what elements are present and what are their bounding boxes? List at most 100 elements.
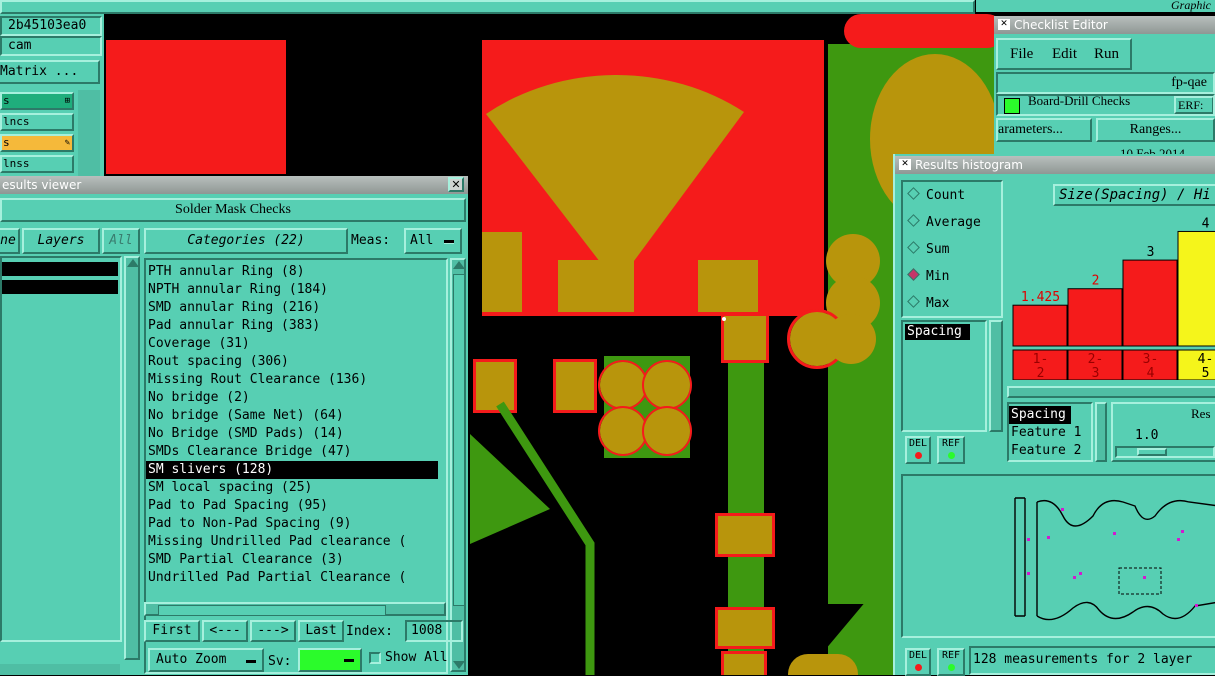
del-button[interactable]: DEL (905, 648, 931, 676)
category-item[interactable]: Undrilled Pad Partial Clearance ( (146, 569, 446, 587)
window-menu-icon[interactable]: ✕ (998, 19, 1010, 30)
ranges-button[interactable]: Ranges... (1096, 118, 1215, 142)
radio-icon[interactable] (907, 295, 920, 308)
list-row-selected[interactable] (2, 280, 118, 294)
category-item[interactable]: Missing Undrilled Pad clearance ( (146, 533, 446, 551)
category-item[interactable]: PTH annular Ring (8) (146, 263, 446, 281)
category-item[interactable]: Rout spacing (306) (146, 353, 446, 371)
tab-ne[interactable]: ne (0, 228, 20, 254)
categories-button[interactable]: Categories (22) (144, 228, 348, 254)
category-item[interactable]: SM local spacing (25) (146, 479, 446, 497)
tab-all[interactable]: All (102, 228, 140, 254)
sv-color-select[interactable] (298, 648, 362, 672)
histogram-bar[interactable] (1012, 304, 1068, 347)
diagonal-trace (470, 401, 595, 675)
menu-run[interactable]: Run (1094, 46, 1119, 63)
category-item[interactable]: SMDs Clearance Bridge (47) (146, 443, 446, 461)
menu-edit[interactable]: Edit (1052, 46, 1077, 63)
radio-icon[interactable] (907, 241, 920, 254)
window-menu-icon[interactable]: ✕ (899, 159, 911, 170)
matrix-button[interactable]: Matrix ... (0, 60, 100, 84)
measure-list[interactable]: Spacing (901, 320, 987, 432)
field-item[interactable]: Spacing (1009, 406, 1071, 424)
checklist-editor-titlebar[interactable]: ✕ Checklist Editor (994, 16, 1215, 34)
histogram-titlebar[interactable]: ✕ Results histogram (895, 156, 1215, 174)
left-hscrollbar[interactable] (0, 664, 120, 675)
category-item[interactable]: Pad to Non-Pad Spacing (9) (146, 515, 446, 533)
layer-scrollbar[interactable] (78, 90, 100, 176)
ref-button[interactable]: REF (937, 648, 965, 676)
radio-option[interactable]: Average (907, 213, 981, 233)
results-viewer-titlebar[interactable]: esults viewer ✕ (0, 176, 468, 194)
category-item[interactable]: Coverage (31) (146, 335, 446, 353)
category-item[interactable]: Missing Rout Clearance (136) (146, 371, 446, 389)
scroll-thumb[interactable] (453, 274, 465, 606)
field-item[interactable]: Feature 1 (1009, 424, 1091, 442)
field-list-scrollbar[interactable] (1095, 402, 1107, 462)
resolution-slider[interactable] (1115, 446, 1215, 458)
radio-option[interactable]: Sum (907, 240, 949, 260)
last-button[interactable]: Last (298, 620, 344, 642)
category-item[interactable]: No bridge (Same Net) (64) (146, 407, 446, 425)
measure-list-item[interactable]: Spacing (905, 324, 970, 340)
category-item[interactable]: No Bridge (SMD Pads) (14) (146, 425, 446, 443)
check-item-row[interactable]: Board-Drill Checks ERF: (996, 94, 1215, 116)
radio-option[interactable]: Min (907, 267, 949, 287)
layer-item[interactable]: lncs (0, 113, 74, 131)
show-all-checkbox[interactable] (369, 652, 381, 664)
category-item[interactable]: SMD Partial Clearance (3) (146, 551, 446, 569)
field-list[interactable]: Spacing Feature 1 Feature 2 (1007, 402, 1093, 462)
radio-selected-icon[interactable] (907, 268, 920, 281)
scroll-down-icon[interactable] (453, 661, 465, 669)
radio-icon[interactable] (907, 214, 920, 227)
field-item[interactable]: Feature 2 (1009, 442, 1091, 460)
histogram-bar[interactable] (1177, 230, 1215, 347)
measure-list-scrollbar[interactable] (989, 320, 1003, 432)
category-item[interactable]: Pad to Pad Spacing (95) (146, 497, 446, 515)
left-list-scrollbar[interactable] (124, 256, 140, 660)
auto-zoom-select[interactable]: Auto Zoom (148, 648, 264, 672)
index-input[interactable]: 1008 (405, 620, 463, 642)
radio-option[interactable]: Max (907, 294, 949, 314)
slider-thumb[interactable] (1137, 448, 1167, 456)
category-item[interactable]: SM slivers (128) (146, 461, 438, 479)
ref-button[interactable]: REF (937, 436, 965, 464)
prev-button[interactable]: <--- (202, 620, 248, 642)
category-item[interactable]: Pad annular Ring (383) (146, 317, 446, 335)
radio-option[interactable]: Count (907, 186, 965, 206)
layer-item[interactable]: lnss (0, 155, 74, 173)
category-item[interactable]: SMD annular Ring (216) (146, 299, 446, 317)
tab-layers[interactable]: Layers (22, 228, 100, 254)
category-item[interactable]: NPTH annular Ring (184) (146, 281, 446, 299)
del-button[interactable]: DEL (905, 436, 931, 464)
histogram-bar[interactable] (1122, 259, 1178, 347)
list-row-selected[interactable] (2, 262, 118, 276)
category-item[interactable]: No bridge (2) (146, 389, 446, 407)
category-label: 4 (1147, 366, 1155, 380)
categories-hscrollbar[interactable] (144, 602, 446, 616)
scroll-up-icon[interactable] (127, 259, 139, 267)
radio-label: Count (926, 188, 966, 203)
scroll-up-icon[interactable] (453, 261, 465, 269)
meas-select[interactable]: All (404, 228, 462, 254)
categories-items: PTH annular Ring (8) NPTH annular Ring (1… (146, 263, 446, 587)
graphic-label: Graphic (1171, 0, 1211, 12)
layer-results-list[interactable] (0, 256, 122, 642)
next-button[interactable]: ---> (250, 620, 296, 642)
erf-select[interactable]: ERF: (1174, 96, 1213, 114)
categories-scrollbar[interactable] (450, 258, 466, 672)
parameters-button[interactable]: arameters... (996, 118, 1092, 142)
sv-label: Sv: (268, 654, 292, 669)
menu-file[interactable]: File (1010, 46, 1033, 63)
scroll-thumb[interactable] (158, 605, 386, 616)
layer-item[interactable]: s ⊞ (0, 92, 74, 110)
close-icon[interactable]: ✕ (448, 177, 464, 192)
checklist-name: fp-qae (996, 72, 1215, 94)
first-button[interactable]: First (144, 620, 200, 642)
layer-item[interactable]: s ✎ (0, 134, 74, 152)
radio-icon[interactable] (907, 187, 920, 200)
category-label: 2 (1037, 366, 1045, 380)
chart-hscrollbar[interactable] (1007, 386, 1215, 398)
slider-value: 1.0 (1135, 428, 1159, 443)
histogram-bar[interactable] (1067, 288, 1123, 347)
